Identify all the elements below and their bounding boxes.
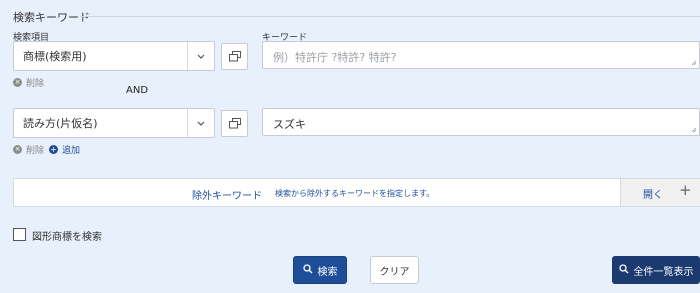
add-circle-icon: +	[49, 145, 58, 154]
remove-circle-icon: ×	[13, 78, 22, 87]
search-button[interactable]: 検索	[293, 256, 347, 284]
open-label: 開く	[643, 190, 663, 201]
resize-grip-icon[interactable]	[691, 60, 697, 66]
search-item-select-2[interactable]: 読み方(片仮名)	[13, 108, 215, 138]
delete-row-button-1[interactable]: × 削除	[13, 76, 44, 89]
chevron-down-icon	[187, 109, 214, 137]
search-button-label: 検索	[317, 266, 338, 278]
exclude-keyword-description: 検索から除外するキーワードを指定します。	[275, 189, 435, 198]
section-title: 検索キーワード	[13, 11, 90, 24]
section-divider	[80, 16, 700, 17]
field-popup-button-2[interactable]	[221, 110, 248, 137]
keyword-input-2[interactable]: スズキ	[262, 108, 700, 136]
search-icon	[302, 263, 313, 277]
keyword-input-1[interactable]: 例）特許庁 ?特許? 特許?	[262, 41, 700, 69]
select-value: 商標(検索用)	[23, 50, 87, 63]
delete-label: 削除	[26, 79, 45, 89]
plus-icon: +	[679, 181, 692, 199]
select-value: 読み方(片仮名)	[23, 117, 98, 130]
chevron-down-icon	[187, 42, 214, 70]
exclude-keyword-title: 除外キーワード	[192, 191, 262, 202]
exclude-open-button[interactable]: 開く +	[620, 179, 700, 206]
list-all-button[interactable]: 全件一覧表示	[612, 256, 700, 284]
window-popup-icon	[228, 114, 241, 133]
list-all-button-label: 全件一覧表示	[633, 266, 694, 278]
delete-label: 削除	[26, 146, 45, 156]
field-popup-button-1[interactable]	[221, 43, 248, 70]
figure-search-label[interactable]: 図形商標を検索	[32, 228, 102, 243]
clear-button[interactable]: クリア	[370, 256, 419, 284]
resize-grip-icon[interactable]	[691, 127, 697, 133]
keyword-placeholder: 例）特許庁 ?特許? 特許?	[273, 51, 397, 64]
search-icon	[618, 263, 629, 277]
exclude-keyword-panel: 除外キーワード 検索から除外するキーワードを指定します。 開く +	[13, 178, 700, 207]
add-row-button[interactable]: + 追加	[49, 143, 80, 156]
window-popup-icon	[228, 47, 241, 66]
delete-row-button-2[interactable]: × 削除	[13, 143, 44, 156]
keyword-value: スズキ	[273, 118, 306, 131]
search-item-select-1[interactable]: 商標(検索用)	[13, 41, 215, 71]
clear-button-label: クリア	[379, 266, 410, 278]
figure-search-checkbox[interactable]	[13, 228, 26, 241]
operator-label: AND	[126, 85, 149, 96]
add-label: 追加	[62, 146, 81, 156]
remove-circle-icon: ×	[13, 145, 22, 154]
